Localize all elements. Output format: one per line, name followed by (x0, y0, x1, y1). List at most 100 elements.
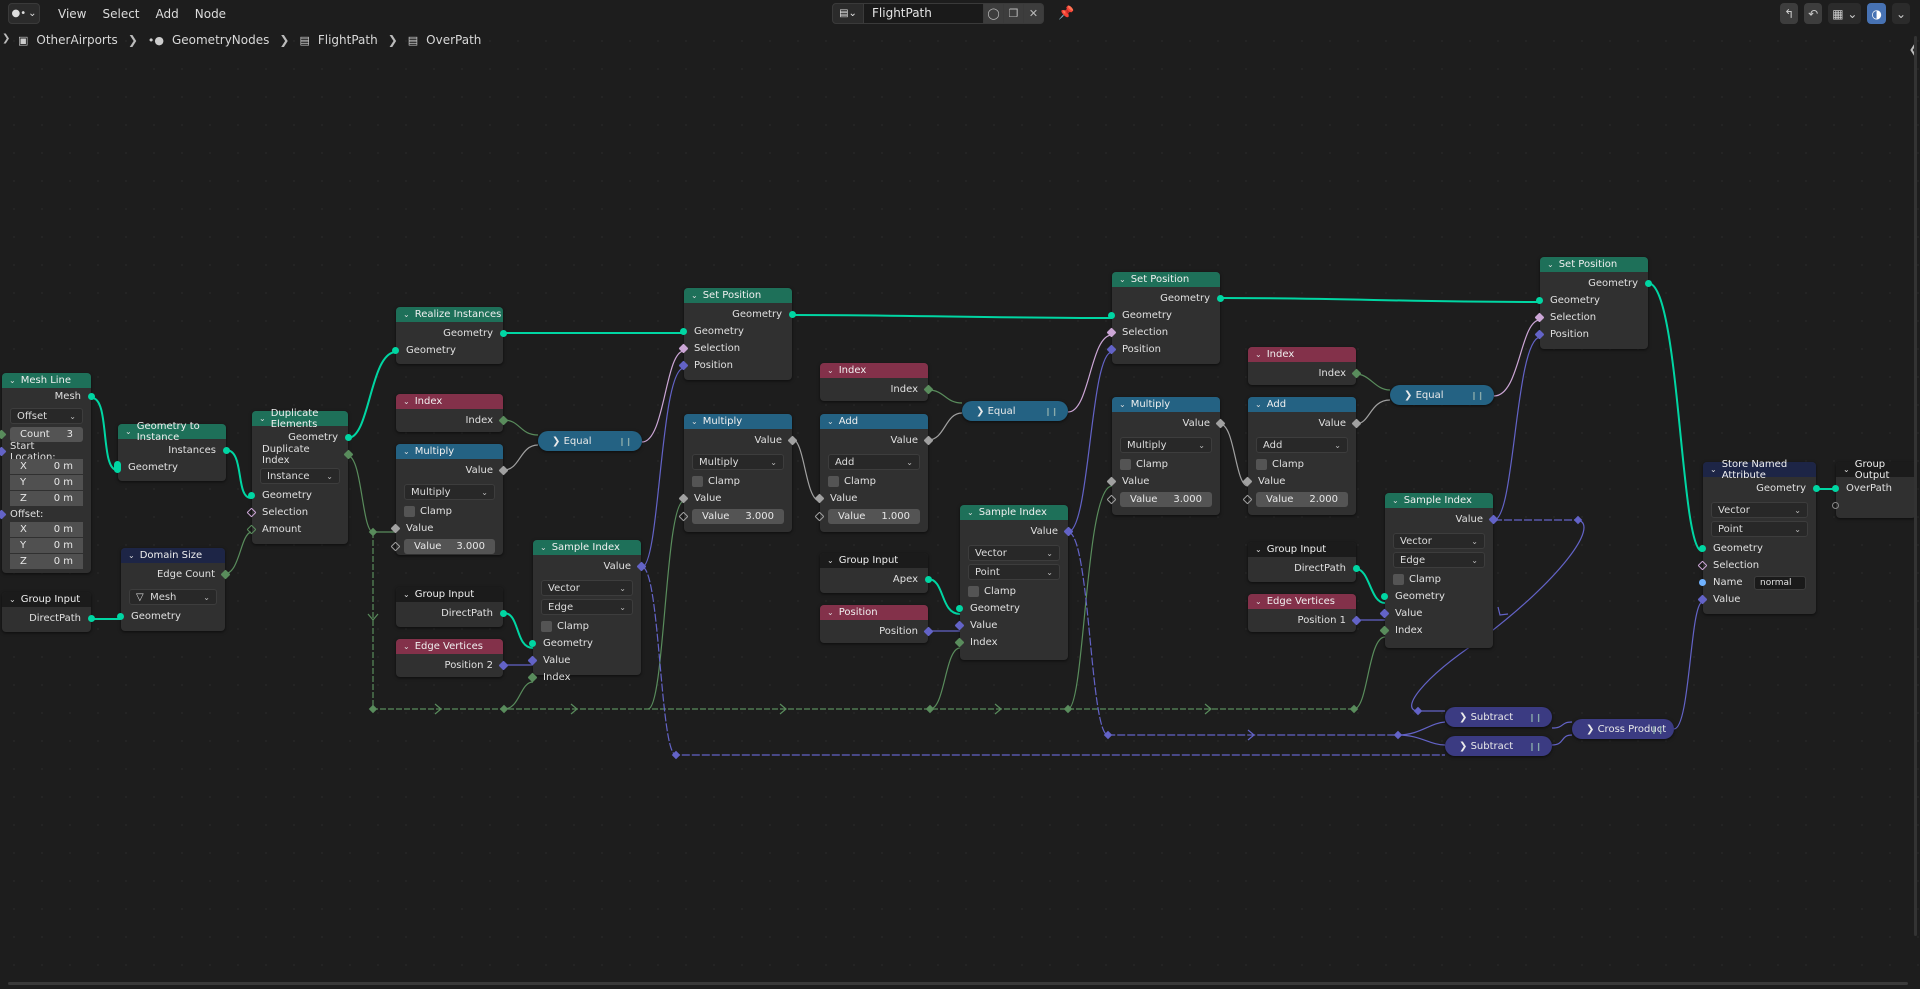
checkbox-box[interactable] (541, 621, 552, 632)
value-field[interactable]: Value 2.000 (1242, 492, 1348, 507)
node-vector-cross-product[interactable]: ❯ Cross Product ❙❙ (1572, 719, 1674, 739)
empty-socket[interactable] (1832, 502, 1839, 509)
collapse-chevron-icon[interactable]: ⌄ (403, 310, 410, 319)
node-header[interactable]: ⌄ Group Input (820, 553, 928, 568)
node-header[interactable]: ⌄ Sample Index (1385, 493, 1493, 508)
node-header[interactable]: ⌄ Index (396, 394, 503, 409)
checkbox-box[interactable] (1393, 574, 1404, 585)
clamp-checkbox[interactable]: Clamp (1112, 456, 1220, 473)
geometry-socket[interactable] (500, 330, 507, 337)
operation-dropdown[interactable]: Multiply ⌄ (692, 454, 784, 470)
value-field[interactable]: Value 3.000 (1106, 492, 1212, 507)
collapse-chevron-icon[interactable]: ⌄ (1255, 545, 1262, 554)
geometry-socket[interactable] (1353, 565, 1360, 572)
node-index[interactable]: ⌄ Index Index (396, 394, 509, 432)
node-store-named-attribute[interactable]: ⌄ Store Named Attribute Geometry Vector ⌄ … (1697, 459, 1820, 614)
node-set-position[interactable]: ⌄ Set Position Geometry Geometry Selectio… (678, 288, 796, 380)
node-edge-vertices[interactable]: ⌄ Edge Vertices Position 2 (396, 639, 509, 677)
geometry-socket[interactable] (1832, 485, 1839, 492)
geometry-socket[interactable] (345, 434, 352, 441)
geometry-socket[interactable] (789, 311, 796, 318)
node-math-multiply[interactable]: ⌄ Multiply Value Multiply ⌄ Clamp Value Va… (390, 444, 509, 555)
node-header[interactable]: ⌄ Add (820, 414, 928, 429)
node-duplicate-elements[interactable]: ⌄ Duplicate Elements Geometry Duplicate I… (246, 408, 354, 544)
geometry-socket[interactable] (1536, 297, 1543, 304)
snap-target-dropdown[interactable]: ▦ ⌄ (1828, 3, 1862, 24)
horizontal-scrollbar[interactable] (8, 982, 1908, 985)
value-field[interactable]: Value 3.000 (678, 509, 784, 524)
menu-select[interactable]: Select (94, 7, 147, 21)
node-header[interactable]: ⌄ Sample Index (533, 540, 641, 555)
data-type-dropdown[interactable]: Vector ⌄ (1711, 502, 1808, 518)
overlay-toggle[interactable]: ◑ (1867, 3, 1886, 24)
collapse-chevron-icon[interactable]: ⌄ (9, 595, 16, 604)
geometry-socket[interactable] (1813, 485, 1820, 492)
node-vector-subtract[interactable]: ❯ Subtract ❙❙ (1445, 707, 1552, 727)
geometry-socket[interactable] (248, 492, 255, 499)
value-field[interactable]: Value 3.000 (390, 539, 495, 554)
node-sample-index[interactable]: ⌄ Sample Index Value Vector ⌄ Edge ⌄ Clamp … (1379, 493, 1499, 648)
start-x-field[interactable]: X 0 m (10, 459, 83, 474)
editor-type-button[interactable]: ●• ⌄ (8, 3, 40, 24)
domain-dropdown[interactable]: Instance ⌄ (260, 468, 340, 484)
geometry-socket[interactable] (88, 615, 95, 622)
operation-dropdown[interactable]: Add ⌄ (828, 454, 920, 470)
attribute-name-input[interactable]: normal (1754, 575, 1806, 590)
node-position[interactable]: ⌄ Position Position (820, 605, 934, 643)
collapse-chevron-icon[interactable]: ⌄ (259, 414, 266, 423)
node-math-add[interactable]: ⌄ Add Value Add ⌄ Clamp Value Value 1.000 (814, 414, 934, 532)
expand-chevron-icon[interactable]: ❯ (552, 436, 560, 447)
expand-chevron-icon[interactable]: ❯ (1459, 741, 1467, 752)
node-header[interactable]: ⌄ Index (1248, 347, 1356, 362)
start-z-field[interactable]: Z 0 m (10, 491, 83, 506)
domain-dropdown[interactable]: Edge ⌄ (541, 599, 633, 615)
operation-dropdown[interactable]: Add ⌄ (1256, 437, 1348, 453)
node-edge-vertices[interactable]: ⌄ Edge Vertices Position 1 (1248, 594, 1362, 632)
collapse-chevron-icon[interactable]: ⌄ (9, 376, 16, 385)
integer-socket[interactable] (0, 429, 7, 440)
value-field[interactable]: Value 1.000 (814, 509, 920, 524)
clamp-checkbox[interactable]: Clamp (1248, 456, 1356, 473)
offset-x-field[interactable]: X 0 m (10, 522, 83, 537)
geometry-socket[interactable] (223, 447, 230, 454)
geometry-socket[interactable] (529, 640, 536, 647)
node-group-output[interactable]: ⌄ Group Output OverPath (1832, 459, 1916, 518)
offset-z-field[interactable]: Z 0 m (10, 554, 83, 569)
checkbox-box[interactable] (692, 476, 703, 487)
collapse-chevron-icon[interactable]: ⌄ (691, 417, 698, 426)
collapse-chevron-icon[interactable]: ⌄ (1843, 465, 1850, 474)
menu-view[interactable]: View (50, 7, 94, 21)
checkbox-box[interactable] (1120, 459, 1131, 470)
collapse-chevron-icon[interactable]: ⌄ (691, 291, 698, 300)
collapse-chevron-icon[interactable]: ⌄ (128, 551, 135, 560)
overlay-dropdown[interactable]: ⌄ (1891, 3, 1910, 24)
node-math-multiply[interactable]: ⌄ Multiply Value Multiply ⌄ Clamp Value Va… (1106, 397, 1226, 515)
node-vector-subtract[interactable]: ❯ Subtract ❙❙ (1445, 736, 1552, 756)
geometry-socket[interactable] (1699, 545, 1706, 552)
node-tree-name-field[interactable]: FlightPath (864, 3, 984, 24)
vector-socket[interactable] (0, 509, 7, 520)
offset-y-field[interactable]: Y 0 m (10, 538, 83, 553)
geometry-socket[interactable] (1381, 593, 1388, 600)
geometry-socket[interactable] (956, 605, 963, 612)
data-type-dropdown[interactable]: Vector ⌄ (968, 545, 1060, 561)
fake-user-button[interactable]: ◯ (984, 3, 1004, 24)
checkbox-box[interactable] (1256, 459, 1267, 470)
duplicate-button[interactable]: ❐ (1004, 3, 1024, 24)
node-header[interactable]: ⌄ Set Position (1112, 272, 1220, 287)
breadcrumb-item[interactable]: FlightPath (318, 33, 378, 47)
node-geometry-to-instance[interactable]: ⌄ Geometry to Instance Instances Geometry (114, 421, 230, 481)
clamp-checkbox[interactable]: Clamp (960, 583, 1068, 600)
collapse-chevron-icon[interactable]: ⌄ (827, 608, 834, 617)
node-header[interactable]: ⌄ Group Output (1836, 459, 1916, 481)
collapse-chevron-icon[interactable]: ⌄ (403, 642, 410, 651)
geometry-socket[interactable] (392, 347, 399, 354)
geometry-socket[interactable] (680, 328, 687, 335)
collapse-chevron-icon[interactable]: ⌄ (827, 556, 834, 565)
node-group-input[interactable]: ⌄ Group Input DirectPath (2, 592, 95, 632)
node-header[interactable]: ⌄ Store Named Attribute (1703, 459, 1816, 481)
geometry-socket[interactable] (500, 610, 507, 617)
collapse-chevron-icon[interactable]: ⌄ (403, 447, 410, 456)
vertical-scrollbar[interactable] (1914, 36, 1917, 936)
node-header[interactable]: ⌄ Sample Index (960, 505, 1068, 520)
